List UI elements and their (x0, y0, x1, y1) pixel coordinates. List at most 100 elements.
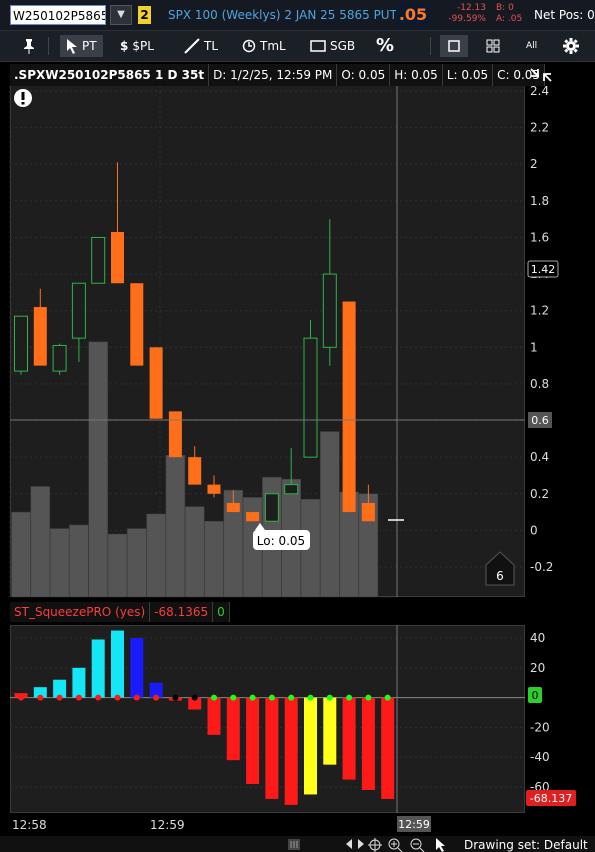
svg-text:0: 0 (532, 689, 539, 702)
chart-open: O: 0.05 (337, 64, 391, 86)
candle-body-down (207, 484, 221, 494)
candle-body-down (246, 512, 260, 522)
indicator-tick-label: -40 (530, 750, 550, 764)
chart-symbol-period[interactable]: .SPXW250102P5865 1 D 35t (10, 64, 210, 86)
candle-body-down (149, 347, 163, 419)
indicator-name[interactable]: ST_SqueezePRO (yes) (10, 602, 151, 622)
candle-body-up (322, 273, 337, 348)
squeeze-dot (384, 694, 391, 701)
volume-bar (146, 513, 166, 598)
squeeze-bar (226, 697, 240, 761)
chart-high: H: 0.05 (390, 64, 443, 86)
candle-body-down (33, 307, 47, 366)
volume-bar (88, 341, 108, 598)
collapse-arrows-icon[interactable] (528, 66, 554, 84)
squeeze-bar (361, 697, 375, 790)
squeeze-histogram (10, 630, 525, 805)
price-tick-label: 1.2 (530, 304, 549, 318)
squeeze-dot (56, 694, 63, 701)
price-tick-label: 2.2 (530, 121, 549, 135)
indicator-tick-label: -20 (530, 720, 550, 734)
price-tick-label: 0.2 (530, 487, 549, 501)
candle-body-up (14, 315, 28, 372)
candle-body-up (264, 493, 279, 522)
squeeze-dot (268, 694, 275, 701)
squeeze-dot (249, 694, 256, 701)
volume-bar (30, 486, 51, 598)
chart-low: L: 0.05 (442, 64, 494, 86)
volume-bar (11, 511, 31, 598)
low-price-label: Lo: 0.05 (257, 534, 305, 548)
squeeze-dot (191, 694, 198, 701)
volume-bar (184, 506, 205, 598)
svg-text:1.42: 1.42 (531, 263, 556, 276)
price-tick-label: 1.6 (530, 230, 549, 244)
candle-body-down (226, 502, 240, 513)
drawing-set-selector[interactable]: Drawing set: Default (464, 838, 588, 852)
squeeze-dot (365, 694, 372, 701)
squeeze-bar (342, 697, 356, 780)
crosshair-price-label: 0.6 (528, 412, 552, 428)
indicator-last-label: -68.137 (526, 790, 576, 806)
squeeze-dot (95, 694, 102, 701)
price-tick-label: 1 (530, 340, 538, 354)
chart-navigation-controls (288, 838, 445, 852)
squeeze-bar (72, 667, 86, 698)
squeeze-dot (211, 694, 217, 701)
candle-body-down (130, 283, 144, 366)
squeeze-dot (230, 694, 237, 701)
price-tick-label: 0.4 (530, 450, 549, 464)
candle-body-up (303, 337, 318, 458)
squeeze-dot (37, 694, 44, 701)
candle-body-down (361, 502, 375, 522)
squeeze-dot (114, 694, 121, 701)
squeeze-dot (133, 694, 140, 701)
price-tick-label: 2.4 (530, 84, 549, 98)
chart-date: D: 1/2/25, 12:59 PM (209, 64, 338, 86)
time-label-2: 12:59 (150, 818, 185, 832)
indicator-zero-value: 0 (213, 602, 230, 622)
candle-body-up (71, 282, 86, 339)
price-tick-label: -0.2 (530, 560, 553, 574)
volume-bar (127, 528, 147, 598)
crosshair-time-label: 12:59 (397, 816, 431, 832)
chart-canvas[interactable]: 2.42.221.81.61.41.210.80.60.40.20-0.2402… (0, 0, 595, 852)
candle-body-down (111, 231, 124, 284)
candle-body-down (342, 301, 356, 513)
scroll-handle-icon[interactable] (288, 839, 300, 850)
svg-text:12:59: 12:59 (398, 818, 430, 831)
volume-bar (204, 520, 224, 598)
squeeze-dot (172, 694, 179, 701)
squeeze-dot (307, 694, 314, 701)
squeeze-bar (130, 638, 144, 698)
squeeze-dot (346, 694, 353, 701)
indicator-header: ST_SqueezePRO (yes) -68.1365 0 (10, 602, 525, 622)
indicator-tick-label: 20 (530, 661, 545, 675)
squeeze-bar (111, 630, 124, 698)
candle-body-up (91, 236, 106, 284)
indicator-value: -68.1365 (150, 602, 214, 622)
squeeze-bar (207, 697, 221, 735)
zoom-range-icon[interactable] (346, 839, 364, 849)
squeeze-bar (304, 697, 317, 795)
squeeze-dot (288, 694, 295, 701)
squeeze-bar (284, 697, 298, 805)
zoom-in-icon[interactable] (388, 838, 403, 852)
squeeze-dot (18, 694, 24, 701)
candle-body-up (284, 484, 299, 495)
squeeze-dot (153, 694, 160, 701)
price-tick-label: 2 (530, 157, 538, 171)
cursor-arrow-icon[interactable] (436, 838, 445, 852)
expansion-count-badge[interactable]: 6 (485, 551, 515, 586)
squeeze-bar (91, 639, 105, 698)
price-tick-label: 0.8 (530, 377, 549, 391)
time-label-1: 12:58 (12, 818, 47, 832)
alert-icon[interactable] (14, 89, 32, 107)
price-tick-label: 1.8 (530, 194, 549, 208)
volume-bar (377, 596, 398, 598)
squeeze-bar (323, 697, 337, 765)
volume-bar (165, 455, 186, 598)
crosshair-icon[interactable] (368, 838, 382, 852)
volume-bar (320, 431, 340, 598)
zoom-out-icon[interactable] (410, 838, 425, 852)
